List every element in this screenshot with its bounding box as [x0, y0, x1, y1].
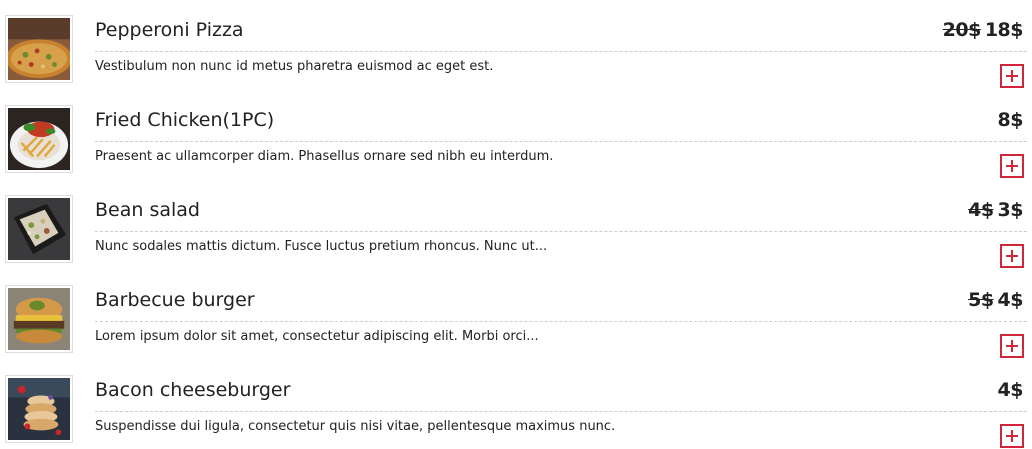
- item-current-price: 4$: [997, 289, 1024, 311]
- menu-item-bean-salad: Bean salad 4$ 3$ Nunc sodales mattis dict…: [0, 180, 1032, 270]
- item-description: Nunc sodales mattis dictum. Fusce luctus…: [95, 239, 548, 254]
- add-to-cart-plus-icon[interactable]: [1000, 154, 1024, 178]
- item-current-price: 3$: [997, 199, 1024, 221]
- item-description: Lorem ipsum dolor sit amet, consectetur …: [95, 329, 539, 344]
- item-name: Bacon cheeseburger: [95, 379, 291, 401]
- menu-item-barbecue-burger: Barbecue burger 5$ 4$ Lorem ipsum dolor s…: [0, 270, 1032, 360]
- item-current-price: 18$: [984, 19, 1024, 41]
- item-old-price: 5$: [968, 289, 994, 311]
- item-price: 20$ 18$: [942, 17, 1024, 43]
- cheeseburger-photo-icon[interactable]: [5, 375, 73, 443]
- menu-list: Pepperoni Pizza 20$ 18$ Vestibulum non nu…: [0, 0, 1032, 449]
- item-price: 4$: [997, 377, 1024, 403]
- menu-item-bacon-cheeseburger: Bacon cheeseburger 4$ Suspendisse dui li…: [0, 360, 1032, 449]
- add-to-cart-plus-icon[interactable]: [1000, 424, 1024, 448]
- item-name: Barbecue burger: [95, 289, 255, 311]
- item-old-price: 4$: [968, 199, 994, 221]
- divider: [95, 51, 1027, 52]
- item-current-price: 8$: [997, 109, 1024, 131]
- burger-photo-icon[interactable]: [5, 285, 73, 353]
- divider: [95, 231, 1027, 232]
- item-price: 4$ 3$: [968, 197, 1023, 223]
- item-description: Suspendisse dui ligula, consectetur quis…: [95, 419, 616, 434]
- item-old-price: 20$: [942, 19, 982, 41]
- add-to-cart-plus-icon[interactable]: [1000, 64, 1024, 88]
- item-current-price: 4$: [997, 379, 1024, 401]
- divider: [95, 321, 1027, 322]
- item-description: Praesent ac ullamcorper diam. Phasellus …: [95, 149, 554, 164]
- salad-photo-icon[interactable]: [5, 195, 73, 263]
- item-name: Fried Chicken(1PC): [95, 109, 275, 131]
- item-price: 5$ 4$: [968, 287, 1023, 313]
- menu-item-pepperoni-pizza: Pepperoni Pizza 20$ 18$ Vestibulum non nu…: [0, 0, 1032, 90]
- add-to-cart-plus-icon[interactable]: [1000, 244, 1024, 268]
- item-description: Vestibulum non nunc id metus pharetra eu…: [95, 59, 494, 74]
- add-to-cart-plus-icon[interactable]: [1000, 334, 1024, 358]
- divider: [95, 141, 1027, 142]
- pizza-photo-icon[interactable]: [5, 15, 73, 83]
- item-price: 8$: [997, 107, 1024, 133]
- item-name: Bean salad: [95, 199, 200, 221]
- item-name: Pepperoni Pizza: [95, 19, 244, 41]
- menu-item-fried-chicken: Fried Chicken(1PC) 8$ Praesent ac ullamc…: [0, 90, 1032, 180]
- divider: [95, 411, 1027, 412]
- fried-chicken-photo-icon[interactable]: [5, 105, 73, 173]
